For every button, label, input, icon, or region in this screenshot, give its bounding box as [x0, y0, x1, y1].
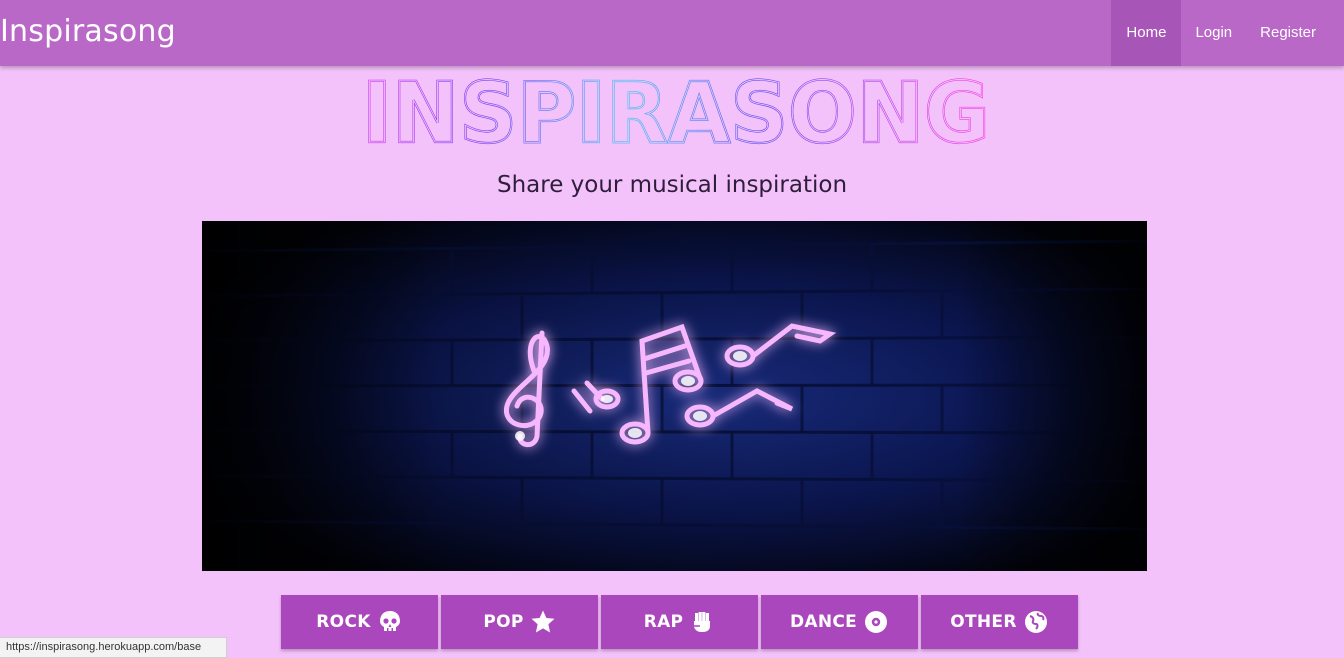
tagline: Share your musical inspiration — [496, 172, 848, 198]
genre-buttons: ROCK POP RAP DANCE OTHER — [281, 595, 1078, 649]
logo-inline-stripe: INSPIRASONG — [362, 72, 990, 152]
genre-label-rap: RAP — [643, 612, 684, 632]
genre-label-other: OTHER — [950, 612, 1017, 632]
genre-button-pop[interactable]: POP — [441, 595, 598, 649]
brand-title[interactable]: Inspirasong — [0, 14, 176, 49]
genre-button-rap[interactable]: RAP — [601, 595, 758, 649]
genre-button-other[interactable]: OTHER — [921, 595, 1078, 649]
nav-link-register[interactable]: Register — [1246, 0, 1330, 66]
navbar: Inspirasong Home Login Register — [0, 0, 1344, 66]
nav-link-login[interactable]: Login — [1181, 0, 1246, 66]
skull-icon — [379, 611, 400, 631]
genre-button-dance[interactable]: DANCE — [761, 595, 918, 649]
genre-button-rock[interactable]: ROCK — [281, 595, 438, 649]
nav-links: Home Login Register — [1111, 0, 1330, 66]
disc-icon — [865, 611, 888, 633]
star-icon — [531, 610, 555, 633]
status-bar-url: https://inspirasong.herokuapp.com/base — [0, 637, 227, 658]
genre-label-pop: POP — [483, 612, 524, 632]
genre-label-dance: DANCE — [789, 612, 858, 632]
nav-link-home[interactable]: Home — [1111, 0, 1182, 66]
globe-icon — [1024, 611, 1047, 633]
neon-notes-image — [202, 221, 1147, 571]
hero-image — [202, 221, 1147, 571]
fist-icon — [692, 612, 711, 632]
inspirasong-logo: INSPIRASONG INSPIRASONG — [361, 72, 991, 152]
genre-label-rock: ROCK — [316, 612, 371, 632]
